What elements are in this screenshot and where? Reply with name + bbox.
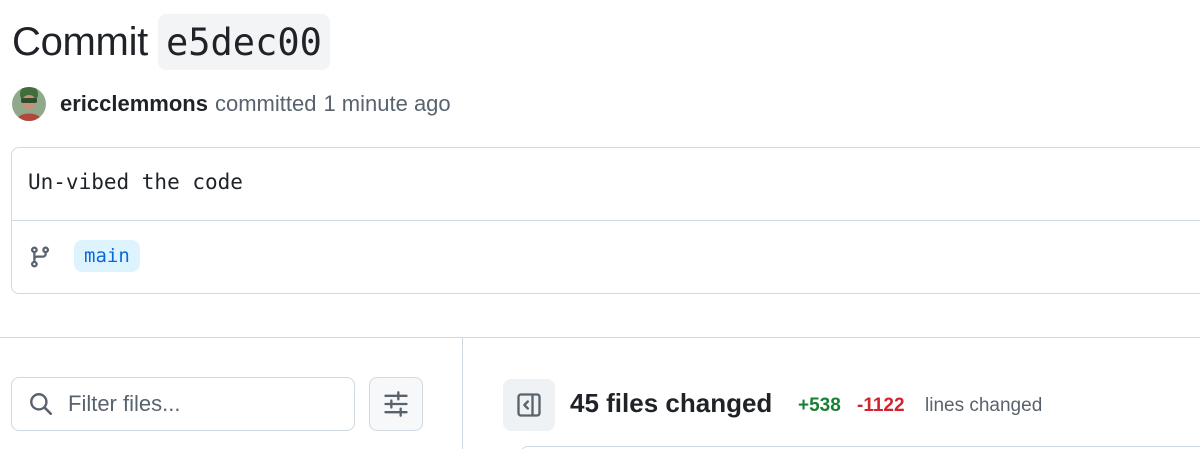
filter-files-field[interactable] bbox=[11, 377, 355, 431]
git-branch-icon bbox=[30, 246, 49, 268]
commit-action-text: committed bbox=[214, 91, 317, 116]
section-divider bbox=[0, 337, 1200, 338]
commit-sha[interactable]: e5dec00 bbox=[157, 14, 330, 70]
commit-page: Commit e5dec00 ericclemmons committed 1 … bbox=[0, 0, 1200, 449]
commit-message: Un-vibed the code bbox=[28, 170, 243, 194]
search-icon bbox=[30, 393, 53, 416]
lines-changed-label: lines changed bbox=[925, 395, 1043, 416]
commit-timestamp[interactable]: 1 minute ago bbox=[323, 91, 450, 117]
filter-files-input[interactable] bbox=[66, 390, 340, 418]
additions-count: +538 bbox=[798, 395, 841, 416]
deletions-count: -1122 bbox=[857, 395, 905, 416]
branch-badge[interactable]: main bbox=[74, 240, 140, 272]
title-label: Commit bbox=[12, 19, 148, 64]
sliders-icon bbox=[384, 391, 408, 417]
page-title: Commit e5dec00 bbox=[12, 12, 330, 72]
file-filter-settings-button[interactable] bbox=[369, 377, 423, 431]
commit-message-box: Un-vibed the code main bbox=[11, 147, 1200, 294]
avatar[interactable] bbox=[12, 87, 46, 121]
files-changed-title: 45 files changed bbox=[570, 388, 773, 418]
author-row: ericclemmons committed 1 minute ago bbox=[12, 86, 451, 122]
column-divider bbox=[462, 337, 463, 449]
author-link[interactable]: ericclemmons bbox=[60, 91, 208, 117]
avatar-image bbox=[12, 87, 46, 121]
sidebar-collapse-icon bbox=[517, 393, 541, 417]
toggle-file-tree-button[interactable] bbox=[503, 379, 555, 431]
message-divider bbox=[12, 220, 1200, 221]
